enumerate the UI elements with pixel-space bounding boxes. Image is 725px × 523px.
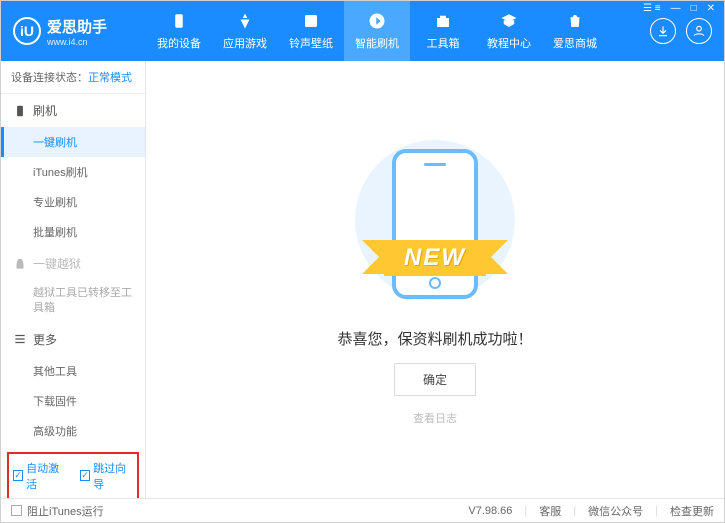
sidebar-item-other-tools[interactable]: 其他工具 — [1, 356, 145, 386]
jailbreak-note: 越狱工具已转移至工具箱 — [1, 280, 145, 323]
apps-icon — [235, 11, 255, 31]
version-label: V7.98.66 — [468, 505, 512, 517]
minimize-icon[interactable]: — — [668, 3, 684, 14]
section-more[interactable]: 更多 — [1, 323, 145, 356]
store-icon — [565, 11, 585, 31]
wallpaper-icon — [301, 11, 321, 31]
maximize-icon[interactable]: □ — [688, 3, 700, 14]
menu-icon[interactable]: ☰ ≡ — [640, 3, 664, 14]
status-value: 正常模式 — [88, 72, 132, 84]
checkbox-skip-guide[interactable]: ✓ 跳过向导 — [80, 460, 133, 492]
view-log-link[interactable]: 查看日志 — [413, 410, 457, 426]
sidebar-item-oneclick-flash[interactable]: 一键刷机 — [1, 127, 145, 157]
nav-label: 智能刷机 — [355, 35, 399, 51]
sidebar-item-advanced[interactable]: 高级功能 — [1, 416, 145, 446]
nav-smart-flash[interactable]: 智能刷机 — [344, 1, 410, 61]
tutorial-icon — [499, 11, 519, 31]
logo-icon: iU — [13, 17, 41, 45]
logo-area: iU 爱思助手 www.i4.cn — [1, 16, 146, 47]
main-nav: 我的设备 应用游戏 铃声壁纸 智能刷机 工具箱 教程中心 爱思商城 — [146, 1, 650, 61]
window-controls: ☰ ≡ — □ ✕ — [640, 3, 718, 14]
nav-label: 教程中心 — [487, 35, 531, 51]
checkbox-block-itunes[interactable] — [11, 505, 22, 516]
footer: 阻止iTunes运行 V7.98.66 | 客服 | 微信公众号 | 检查更新 — [1, 498, 724, 522]
sidebar-item-itunes-flash[interactable]: iTunes刷机 — [1, 157, 145, 187]
checkbox-icon: ✓ — [13, 470, 23, 481]
connection-status: 设备连接状态：正常模式 — [1, 61, 145, 94]
download-button[interactable] — [650, 18, 676, 44]
app-header: ☰ ≡ — □ ✕ iU 爱思助手 www.i4.cn 我的设备 应用游戏 铃声… — [1, 1, 724, 61]
service-link[interactable]: 客服 — [539, 503, 561, 519]
sidebar: 设备连接状态：正常模式 刷机 一键刷机 iTunes刷机 专业刷机 批量刷机 一… — [1, 61, 146, 498]
options-highlight-box: ✓ 自动激活 ✓ 跳过向导 — [7, 452, 139, 498]
success-illustration: NEW — [355, 134, 515, 314]
nav-my-device[interactable]: 我的设备 — [146, 1, 212, 61]
flash-icon — [367, 11, 387, 31]
nav-label: 爱思商城 — [553, 35, 597, 51]
main-content: NEW 恭喜您，保资料刷机成功啦！ 确定 查看日志 — [146, 61, 724, 498]
sidebar-item-download-firmware[interactable]: 下载固件 — [1, 386, 145, 416]
app-name: 爱思助手 — [47, 16, 107, 37]
checkbox-icon: ✓ — [80, 470, 90, 481]
phone-icon — [13, 104, 27, 118]
nav-label: 铃声壁纸 — [289, 35, 333, 51]
section-flash[interactable]: 刷机 — [1, 94, 145, 127]
checkbox-label: 跳过向导 — [93, 460, 133, 492]
ok-button[interactable]: 确定 — [394, 363, 476, 396]
nav-label: 工具箱 — [427, 35, 460, 51]
nav-tutorials[interactable]: 教程中心 — [476, 1, 542, 61]
section-jailbreak: 一键越狱 — [1, 247, 145, 280]
nav-apps-games[interactable]: 应用游戏 — [212, 1, 278, 61]
nav-label: 应用游戏 — [223, 35, 267, 51]
user-button[interactable] — [686, 18, 712, 44]
nav-toolbox[interactable]: 工具箱 — [410, 1, 476, 61]
wechat-link[interactable]: 微信公众号 — [588, 503, 643, 519]
section-label: 刷机 — [33, 102, 57, 119]
lock-icon — [13, 257, 27, 271]
nav-store[interactable]: 爱思商城 — [542, 1, 608, 61]
sidebar-item-batch-flash[interactable]: 批量刷机 — [1, 217, 145, 247]
sidebar-item-pro-flash[interactable]: 专业刷机 — [1, 187, 145, 217]
block-itunes-label: 阻止iTunes运行 — [27, 503, 104, 519]
checkbox-label: 自动激活 — [26, 460, 66, 492]
new-ribbon: NEW — [384, 240, 486, 276]
success-message: 恭喜您，保资料刷机成功啦！ — [337, 328, 532, 349]
nav-label: 我的设备 — [157, 35, 201, 51]
header-right — [650, 18, 724, 44]
check-update-link[interactable]: 检查更新 — [670, 503, 714, 519]
nav-ringtones[interactable]: 铃声壁纸 — [278, 1, 344, 61]
status-label: 设备连接状态： — [11, 72, 88, 84]
device-icon — [169, 11, 189, 31]
more-icon — [13, 332, 27, 346]
checkbox-auto-activate[interactable]: ✓ 自动激活 — [13, 460, 66, 492]
section-label: 更多 — [33, 331, 57, 348]
toolbox-icon — [433, 11, 453, 31]
app-url: www.i4.cn — [47, 37, 107, 47]
close-icon[interactable]: ✕ — [704, 3, 718, 14]
section-label: 一键越狱 — [33, 255, 81, 272]
